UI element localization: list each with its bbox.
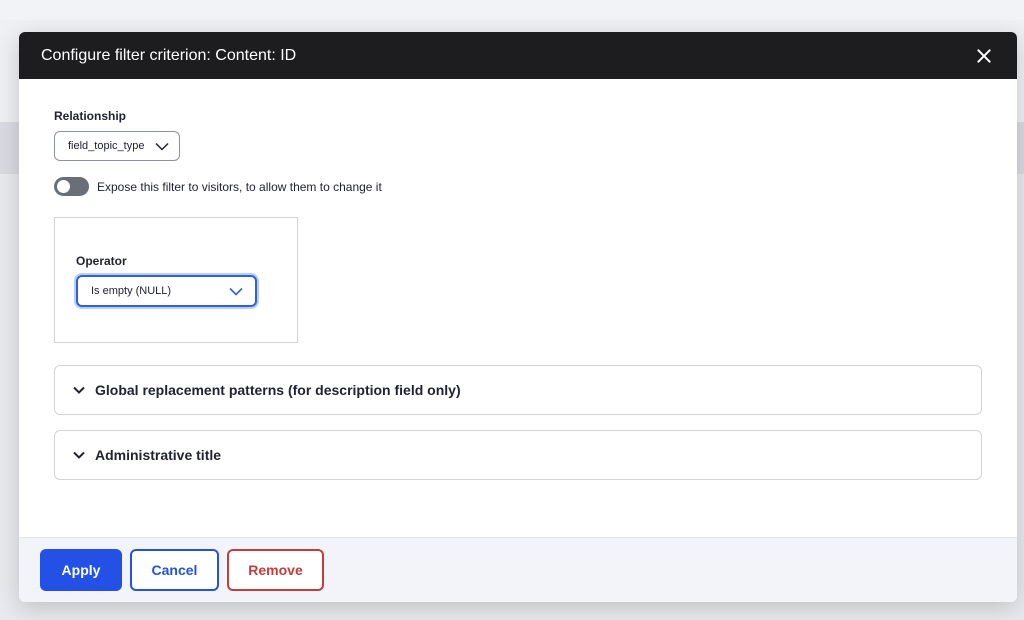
chevron-down-icon bbox=[155, 142, 169, 151]
relationship-select-value: field_topic_type bbox=[68, 140, 145, 152]
remove-button[interactable]: Remove bbox=[227, 549, 324, 591]
dialog-titlebar: Configure filter criterion: Content: ID bbox=[19, 32, 1017, 79]
dialog-footer: Apply Cancel Remove bbox=[19, 537, 1017, 602]
toggle-knob bbox=[57, 180, 70, 193]
administrative-title-toggle[interactable]: Administrative title bbox=[54, 430, 982, 480]
operator-label: Operator bbox=[76, 254, 127, 268]
expose-filter-toggle[interactable] bbox=[54, 177, 89, 196]
chevron-down-icon bbox=[73, 386, 85, 394]
relationship-select[interactable]: field_topic_type bbox=[54, 131, 180, 161]
close-icon[interactable] bbox=[973, 45, 995, 67]
expose-filter-row: Expose this filter to visitors, to allow… bbox=[54, 177, 982, 196]
operator-fieldset: Operator Is empty (NULL) bbox=[54, 217, 298, 343]
filter-dialog: Configure filter criterion: Content: ID … bbox=[19, 32, 1017, 602]
cancel-button[interactable]: Cancel bbox=[130, 549, 219, 591]
operator-select[interactable]: Is empty (NULL) bbox=[76, 275, 257, 307]
global-replacement-patterns-label: Global replacement patterns (for descrip… bbox=[95, 382, 461, 398]
global-replacement-patterns-toggle[interactable]: Global replacement patterns (for descrip… bbox=[54, 365, 982, 415]
chevron-down-icon bbox=[229, 287, 243, 296]
relationship-label: Relationship bbox=[54, 109, 127, 123]
dialog-body: Relationship field_topic_type Expose thi… bbox=[19, 79, 1017, 537]
administrative-title-label: Administrative title bbox=[95, 447, 222, 463]
background-top-bar bbox=[0, 0, 1024, 20]
dialog-title: Configure filter criterion: Content: ID bbox=[41, 46, 297, 64]
chevron-down-icon bbox=[73, 451, 85, 459]
apply-button[interactable]: Apply bbox=[40, 549, 122, 591]
operator-select-value: Is empty (NULL) bbox=[91, 285, 172, 297]
expose-filter-label: Expose this filter to visitors, to allow… bbox=[97, 179, 382, 194]
